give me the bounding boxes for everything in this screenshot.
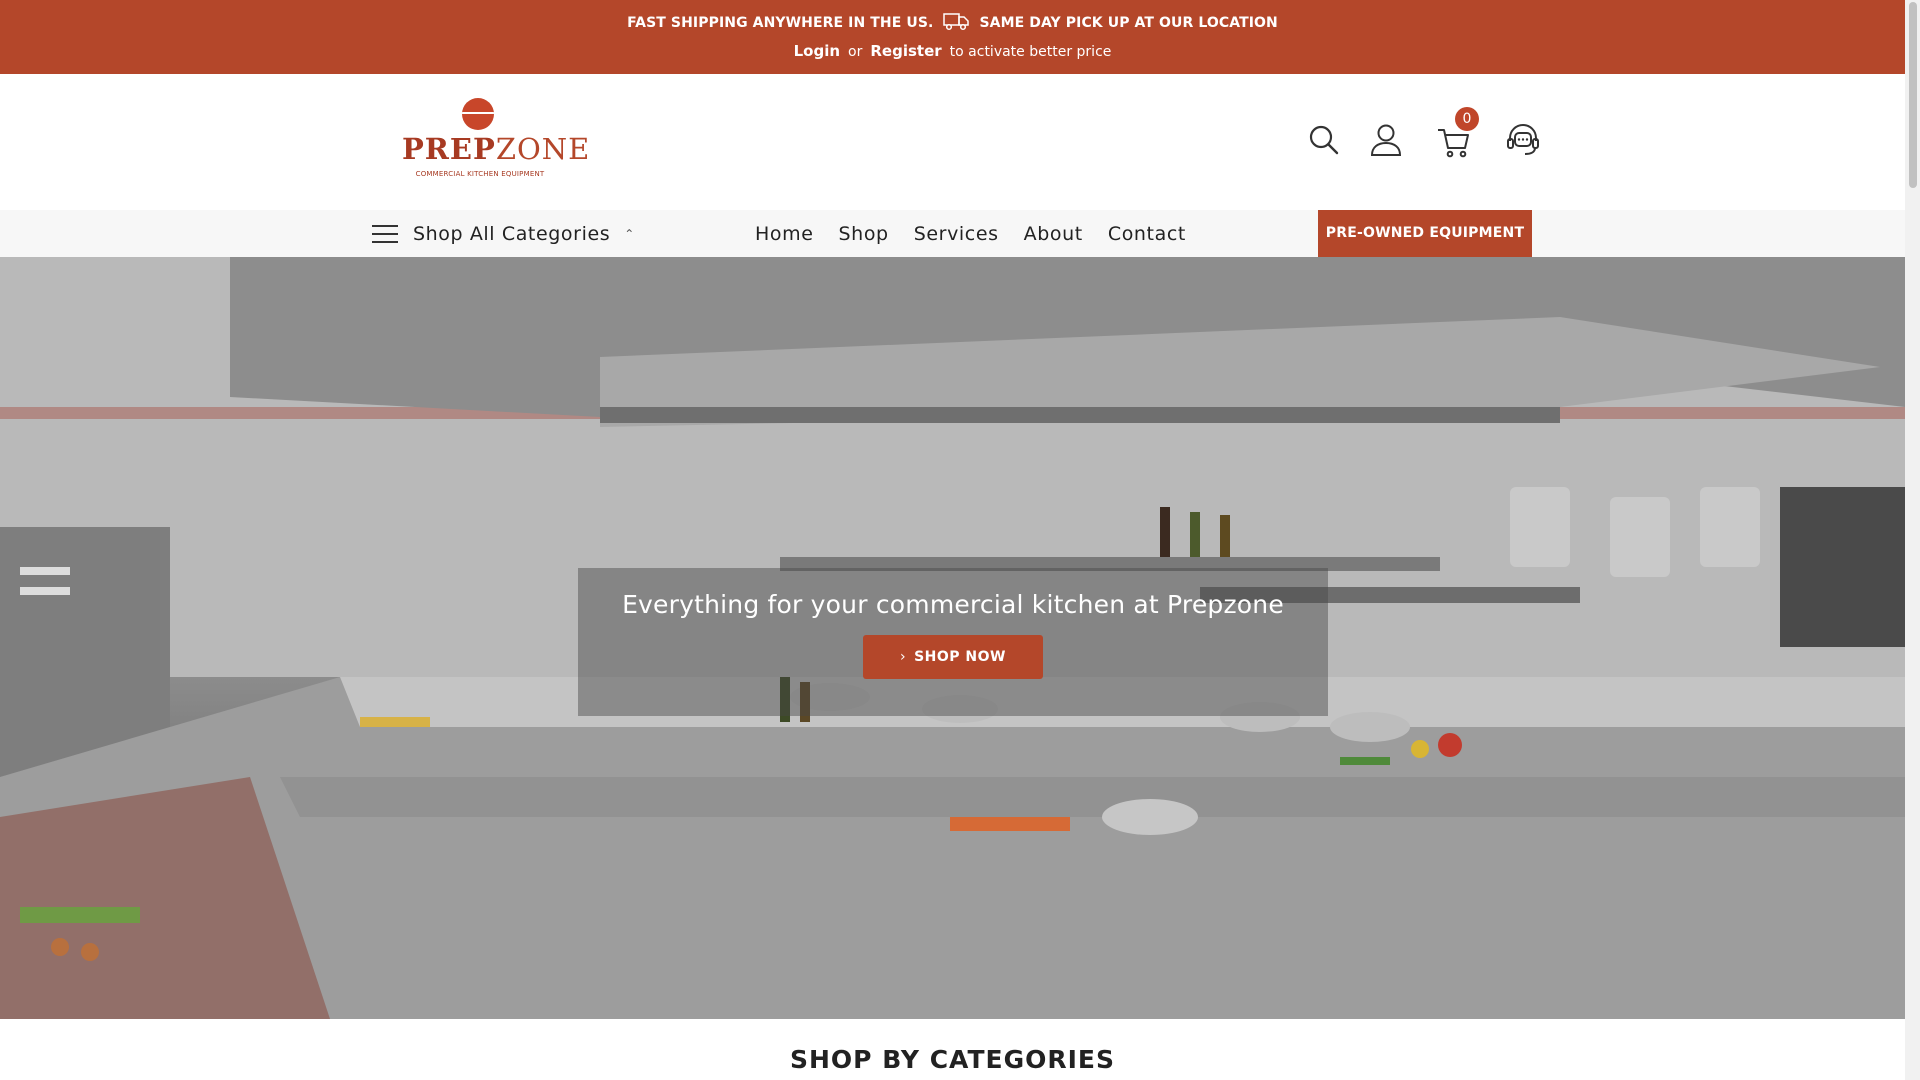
hero-banner: Everything for your commercial kitchen a… (0, 257, 1905, 1019)
chevron-up-icon: ⌃ (624, 226, 635, 241)
nav-contact[interactable]: Contact (1108, 223, 1186, 245)
activate-text: to activate better price (949, 44, 1112, 60)
main-nav-bar: Shop All Categories ⌃ Home Shop Services… (0, 210, 1905, 257)
chevron-right-icon: › (899, 649, 907, 665)
shop-now-label: SHOP NOW (914, 649, 1006, 665)
page-scrollbar[interactable] (1905, 0, 1920, 1080)
nav-about[interactable]: About (1024, 223, 1083, 245)
nav-home[interactable]: Home (755, 223, 814, 245)
support-icon[interactable] (1505, 122, 1541, 158)
hamburger-icon (372, 224, 398, 243)
logo-tagline: COMMERCIAL KITCHEN EQUIPMENT (415, 170, 545, 178)
shop-all-categories-toggle[interactable]: Shop All Categories ⌃ (372, 210, 634, 257)
nav-services[interactable]: Services (914, 223, 999, 245)
nav-shop[interactable]: Shop (839, 223, 889, 245)
shipping-text: FAST SHIPPING ANYWHERE IN THE US. (627, 15, 934, 31)
main-menu: Home Shop Services About Contact (755, 210, 1211, 257)
pre-owned-equipment-button[interactable]: PRE-OWNED EQUIPMENT (1318, 210, 1532, 257)
account-icon[interactable] (1368, 122, 1404, 158)
shop-all-categories-label: Shop All Categories (413, 222, 611, 245)
site-logo[interactable]: PREPZONE COMMERCIAL KITCHEN EQUIPMENT (400, 98, 591, 182)
logo-mark-icon (462, 98, 494, 130)
truck-icon (943, 11, 970, 35)
hero-overlay: Everything for your commercial kitchen a… (578, 568, 1328, 716)
shop-by-categories-heading: SHOP BY CATEGORIES (790, 1045, 1115, 1074)
announcement-account: Login or Register to activate better price (0, 42, 1905, 60)
hero-title: Everything for your commercial kitchen a… (622, 590, 1284, 619)
announcement-shipping: FAST SHIPPING ANYWHERE IN THE US. SAME DA… (0, 11, 1905, 35)
search-icon[interactable] (1306, 122, 1342, 158)
site-header: PREPZONE COMMERCIAL KITCHEN EQUIPMENT (0, 74, 1905, 210)
announcement-bar: FAST SHIPPING ANYWHERE IN THE US. SAME DA… (0, 0, 1905, 74)
logo-wordmark: PREPZONE (402, 132, 591, 166)
pickup-text: SAME DAY PICK UP AT OUR LOCATION (979, 15, 1278, 31)
cart-count-badge: 0 (1455, 107, 1479, 131)
or-text: or (848, 44, 863, 60)
scrollbar-thumb[interactable] (1909, 2, 1917, 188)
register-link[interactable]: Register (870, 42, 941, 60)
login-link[interactable]: Login (794, 42, 840, 60)
shop-now-button[interactable]: › SHOP NOW (863, 635, 1043, 679)
